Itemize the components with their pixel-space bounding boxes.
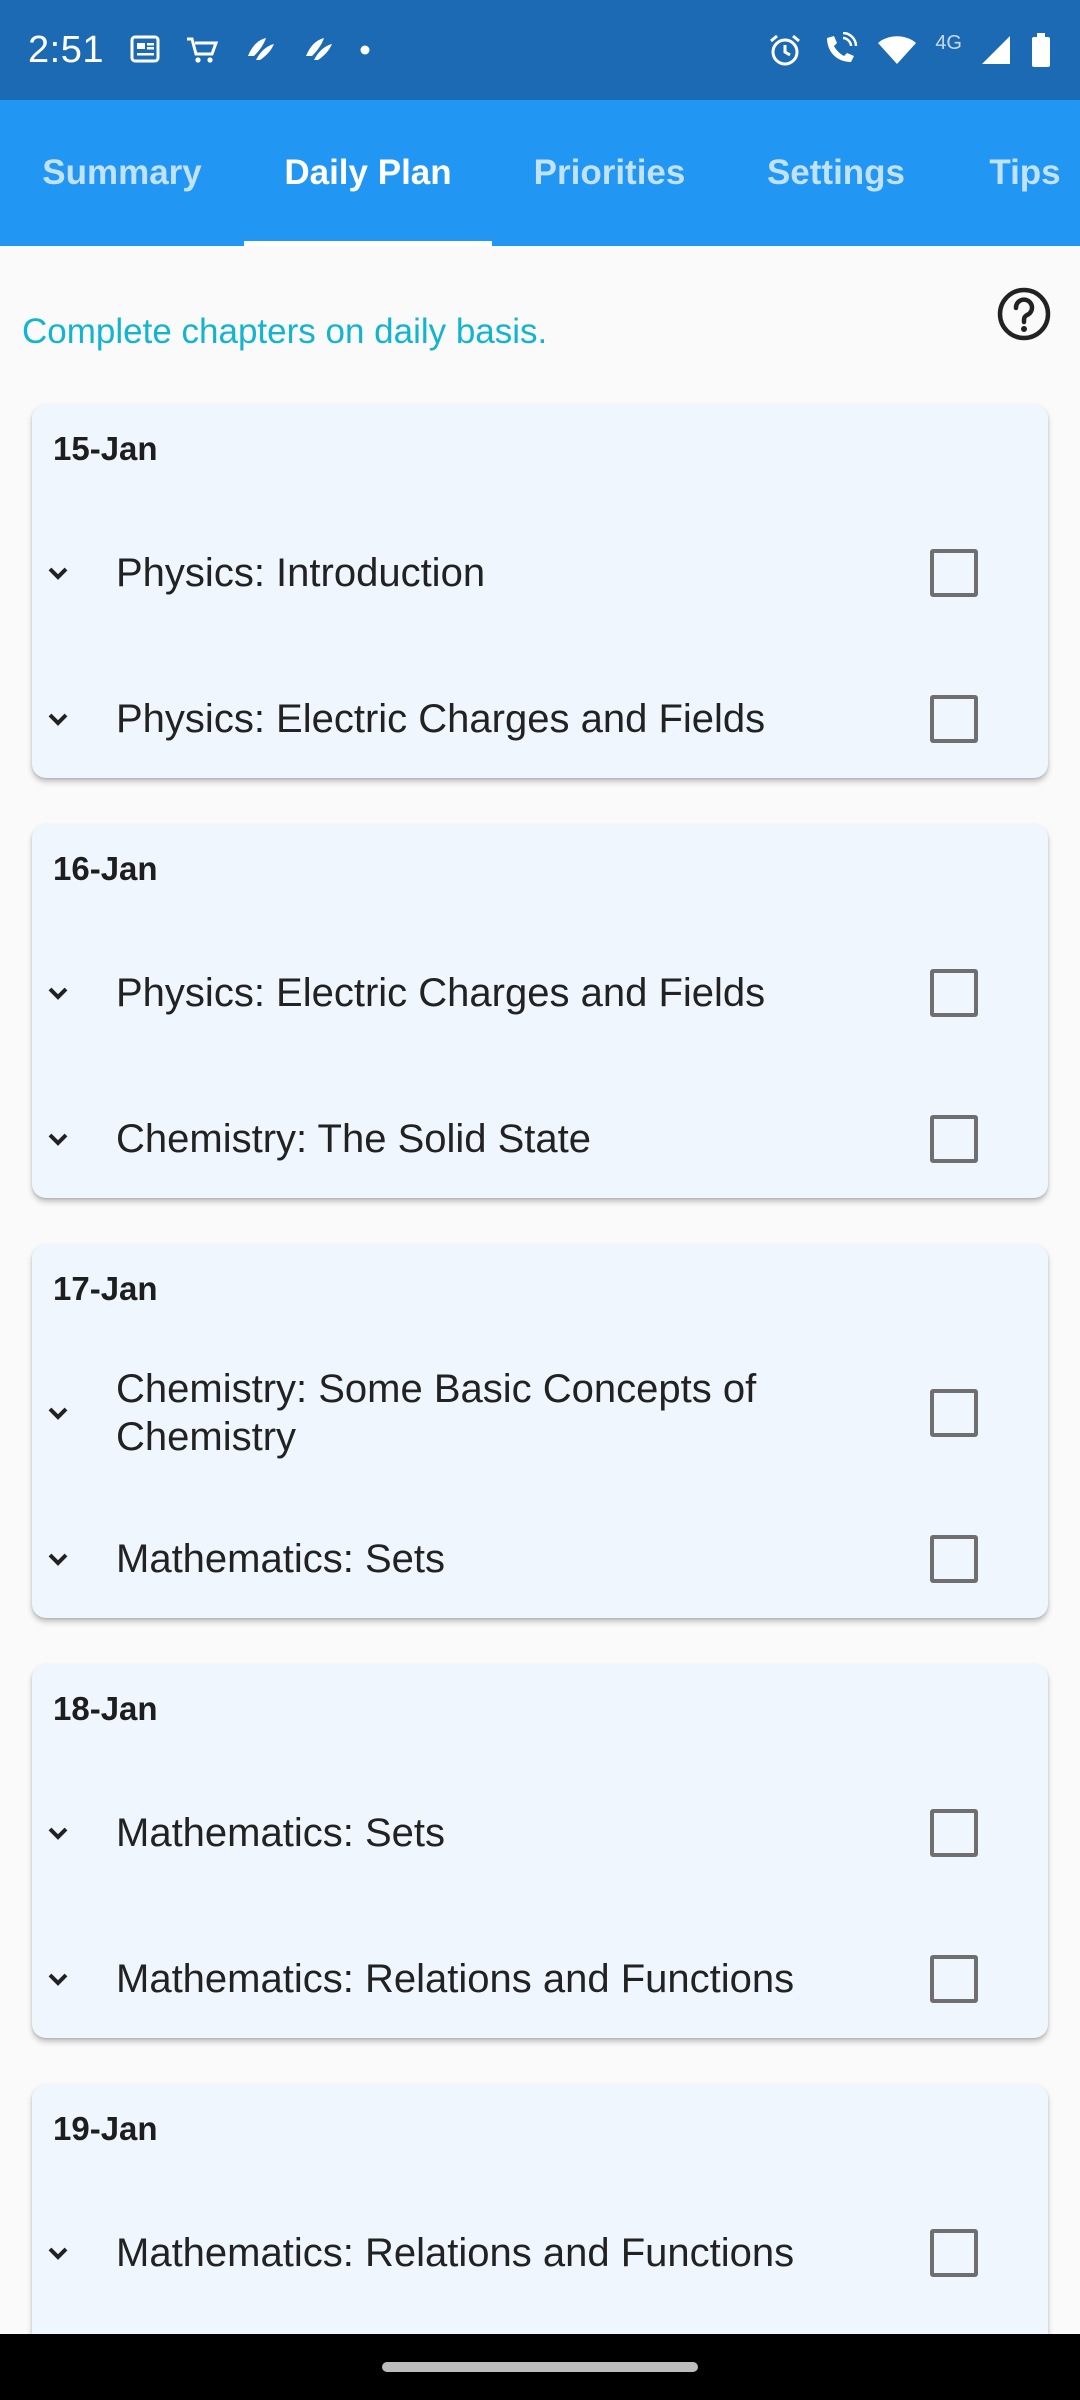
plan-item-label: Chemistry: The Solid State [116, 1117, 592, 1161]
day-card: 19-Jan Mathematics: Relations and Functi… [32, 2084, 1048, 2334]
chevron-down-icon[interactable] [40, 1395, 76, 1431]
plan-item[interactable]: Chemistry: The Solid State [32, 1066, 1048, 1212]
tab-settings[interactable]: Settings [727, 100, 945, 246]
day-date: 15-Jan [53, 430, 158, 467]
tab-priorities[interactable]: Priorities [492, 100, 727, 246]
chevron-down-icon[interactable] [40, 1541, 76, 1577]
plan-item-checkbox[interactable] [930, 1535, 978, 1583]
plan-item[interactable]: Mathematics: Sets [32, 1486, 1048, 1632]
daily-plan-content[interactable]: Complete chapters on daily basis. 15-Jan… [0, 246, 1080, 2334]
app-icon [242, 34, 278, 66]
plan-item-label: Mathematics: Relations and Functions [116, 2231, 795, 2275]
plan-item-label: Physics: Electric Charges and Fields [116, 697, 766, 741]
chevron-down-icon[interactable] [40, 2235, 76, 2271]
day-date: 18-Jan [53, 1690, 158, 1727]
plan-item-label: Physics: Electric Charges and Fields [116, 971, 766, 1015]
chevron-down-icon[interactable] [40, 1815, 76, 1851]
plan-item[interactable]: Physics: Electric Charges and Fields [32, 920, 1048, 1066]
signal-icon [980, 34, 1012, 66]
plan-item-checkbox[interactable] [930, 1115, 978, 1163]
day-date: 19-Jan [53, 2110, 158, 2147]
chevron-down-icon[interactable] [40, 1121, 76, 1157]
plan-item[interactable]: Mathematics: Relations and Functions [32, 2180, 1048, 2326]
news-icon [128, 34, 162, 66]
plan-item-label: Mathematics: Sets [116, 1811, 446, 1855]
plan-item-checkbox[interactable] [930, 1809, 978, 1857]
intro-row: Complete chapters on daily basis. [0, 246, 1080, 396]
help-circle-icon[interactable] [996, 286, 1052, 342]
plan-item-checkbox[interactable] [930, 1389, 978, 1437]
day-card: 15-Jan Physics: Introduction Physics: El… [32, 404, 1048, 778]
day-card: 16-Jan Physics: Electric Charges and Fie… [32, 824, 1048, 1198]
plan-item[interactable]: Physics: Introduction [32, 500, 1048, 646]
chevron-down-icon[interactable] [40, 701, 76, 737]
plan-item-checkbox[interactable] [930, 1955, 978, 2003]
status-time: 2:51 [28, 28, 104, 71]
plan-item[interactable]: Chemistry: Some Basic Concepts of Chemis… [32, 1340, 1048, 1486]
plan-item-label: Physics: Introduction [116, 551, 486, 595]
plan-item-checkbox[interactable] [930, 695, 978, 743]
tab-summary[interactable]: Summary [0, 100, 244, 246]
battery-icon [1030, 32, 1052, 68]
cart-icon [184, 34, 220, 66]
wifi-icon [877, 34, 917, 66]
plan-item-label: Mathematics: Relations and Functions [116, 1957, 795, 2001]
plan-item-label: Mathematics: Sets [116, 1537, 446, 1581]
wifi-call-icon [821, 32, 859, 68]
day-card: 18-Jan Mathematics: Sets Mathematics: Re… [32, 1664, 1048, 2038]
intro-text: Complete chapters on daily basis. [22, 312, 548, 351]
system-nav-bar [0, 2334, 1080, 2400]
plan-item-label: Chemistry: Some Basic Concepts of Chemis… [116, 1367, 757, 1459]
day-card: 17-Jan Chemistry: Some Basic Concepts of… [32, 1244, 1048, 1618]
status-bar: 2:51 4G [0, 0, 1080, 100]
plan-item-checkbox[interactable] [930, 969, 978, 1017]
day-date: 16-Jan [53, 850, 158, 887]
system-icons: 4G [767, 32, 1052, 68]
app-bar: Summary Daily Plan Priorities Settings T… [0, 100, 1080, 246]
app-icon [300, 34, 336, 66]
chevron-down-icon[interactable] [40, 975, 76, 1011]
plan-item-checkbox[interactable] [930, 549, 978, 597]
alarm-icon [767, 32, 803, 68]
tab-tips[interactable]: Tips [945, 100, 1080, 246]
tab-daily-plan[interactable]: Daily Plan [244, 100, 492, 246]
chevron-down-icon[interactable] [40, 555, 76, 591]
notification-icons [128, 34, 372, 66]
plan-item[interactable]: Physics: Electric Charges and Fields [32, 646, 1048, 792]
chevron-down-icon[interactable] [40, 1961, 76, 1997]
plan-item[interactable]: Mathematics: Relations and Functions [32, 1906, 1048, 2052]
tab-bar: Summary Daily Plan Priorities Settings T… [0, 100, 1080, 246]
dot-icon [358, 43, 372, 57]
home-gesture-handle[interactable] [382, 2362, 698, 2372]
network-label: 4G [935, 31, 962, 54]
day-date: 17-Jan [53, 1270, 158, 1307]
plan-item-checkbox[interactable] [930, 2229, 978, 2277]
plan-item[interactable]: Mathematics: Sets [32, 1760, 1048, 1906]
